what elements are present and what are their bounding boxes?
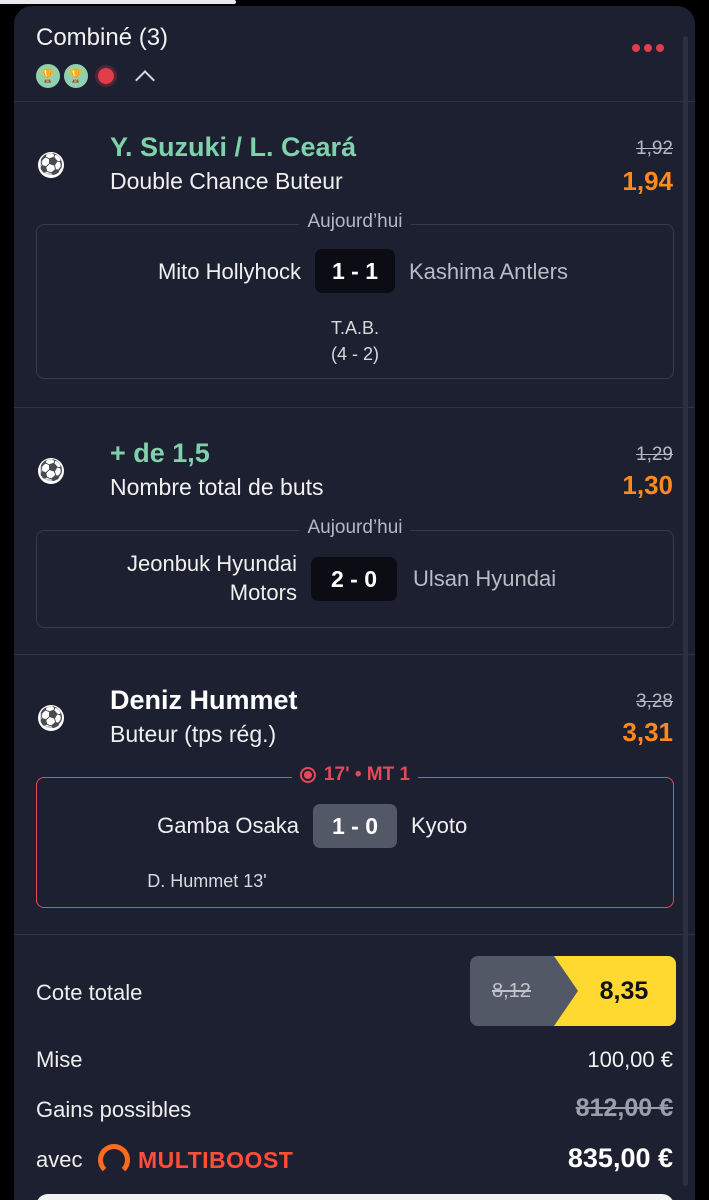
live-dot-icon (98, 68, 114, 84)
selection-market: Buteur (tps rég.) (110, 721, 277, 747)
selection-market: Double Chance Buteur (110, 168, 343, 194)
trophy-icon: 🏆 (64, 64, 88, 88)
live-match-box[interactable]: 17' • MT 1 Gamba Osaka 1 - 0 Kyoto D. Hu… (36, 764, 674, 908)
multiboost-label: MULTIBOOST (138, 1147, 294, 1173)
betslip-card: Combiné (3) 🏆 🏆 ⚽ Y. Suzuki / L. Ceará D… (14, 6, 695, 1200)
total-odds-label: Cote totale (36, 980, 143, 1005)
odd-current: 1,30 (622, 470, 673, 500)
home-team: Mito Hollyhock (157, 259, 301, 284)
chevron-up-icon[interactable] (135, 70, 155, 90)
betslip-header: Combiné (3) 🏆 🏆 (14, 6, 695, 102)
place-bet-button[interactable] (36, 1194, 674, 1200)
home-team: Gamba Osaka (157, 813, 299, 838)
match-score: 1 - 1 (315, 249, 395, 293)
stake-label: Mise (36, 1047, 83, 1072)
odd-previous: 1,92 (636, 138, 673, 159)
stake-value: 100,00 € (587, 1047, 673, 1072)
potential-gains-label: Gains possibles (36, 1097, 192, 1122)
potential-gains-previous: 812,00 € (575, 1094, 673, 1122)
match-box[interactable]: Aujourd’hui Jeonbuk Hyundai Motors 2 - 0… (36, 517, 674, 628)
multiboost-logo-icon (98, 1144, 130, 1176)
selection-item[interactable]: ⚽ + de 1,5 Nombre total de buts 1,29 1,3… (14, 408, 695, 655)
selection-market: Nombre total de buts (110, 474, 324, 500)
selection-name: Deniz Hummet (110, 685, 298, 715)
penalty-shootout-note: T.A.B. (4 - 2) (330, 318, 379, 364)
soccer-ball-icon: ⚽ (38, 152, 64, 178)
match-date-label: Aujourd’hui (299, 211, 411, 233)
match-box[interactable]: Aujourd’hui Mito Hollyhock 1 - 1 Kashima… (36, 211, 674, 379)
more-options-icon[interactable] (632, 44, 664, 52)
match-score: 1 - 0 (313, 804, 397, 848)
away-team: Ulsan Hyundai (413, 566, 557, 591)
match-date-label: Aujourd’hui (299, 517, 411, 539)
away-team: Kyoto (411, 813, 468, 838)
away-team: Kashima Antlers (409, 259, 568, 284)
odd-previous: 1,29 (636, 444, 673, 465)
live-time-label: 17' • MT 1 (291, 764, 419, 786)
selection-name: + de 1,5 (110, 438, 210, 468)
match-score: 2 - 0 (311, 557, 397, 601)
selection-name: Y. Suzuki / L. Ceará (110, 132, 357, 162)
scrollbar[interactable] (683, 36, 688, 1186)
goal-scorer-note: D. Hummet 13' (147, 871, 267, 891)
soccer-ball-icon: ⚽ (38, 458, 64, 484)
live-indicator-icon (299, 767, 316, 783)
home-team: Jeonbuk Hyundai Motors (126, 551, 297, 605)
trophy-icon: 🏆 (36, 64, 60, 88)
odd-current: 1,94 (622, 166, 673, 196)
potential-gains-boosted: 835,00 € (567, 1143, 673, 1173)
odd-current: 3,31 (622, 717, 673, 747)
soccer-ball-icon: ⚽ (38, 705, 64, 731)
selection-item[interactable]: ⚽ Deniz Hummet Buteur (tps rég.) 3,28 3,… (14, 655, 695, 935)
boost-prefix-label: avec (36, 1147, 83, 1172)
selection-item[interactable]: ⚽ Y. Suzuki / L. Ceará Double Chance But… (14, 102, 695, 408)
status-progress-bar (0, 0, 236, 4)
selection-status-row: 🏆 🏆 (36, 64, 155, 90)
odd-previous: 3,28 (636, 691, 673, 712)
betslip-title: Combiné (3) (36, 24, 169, 51)
